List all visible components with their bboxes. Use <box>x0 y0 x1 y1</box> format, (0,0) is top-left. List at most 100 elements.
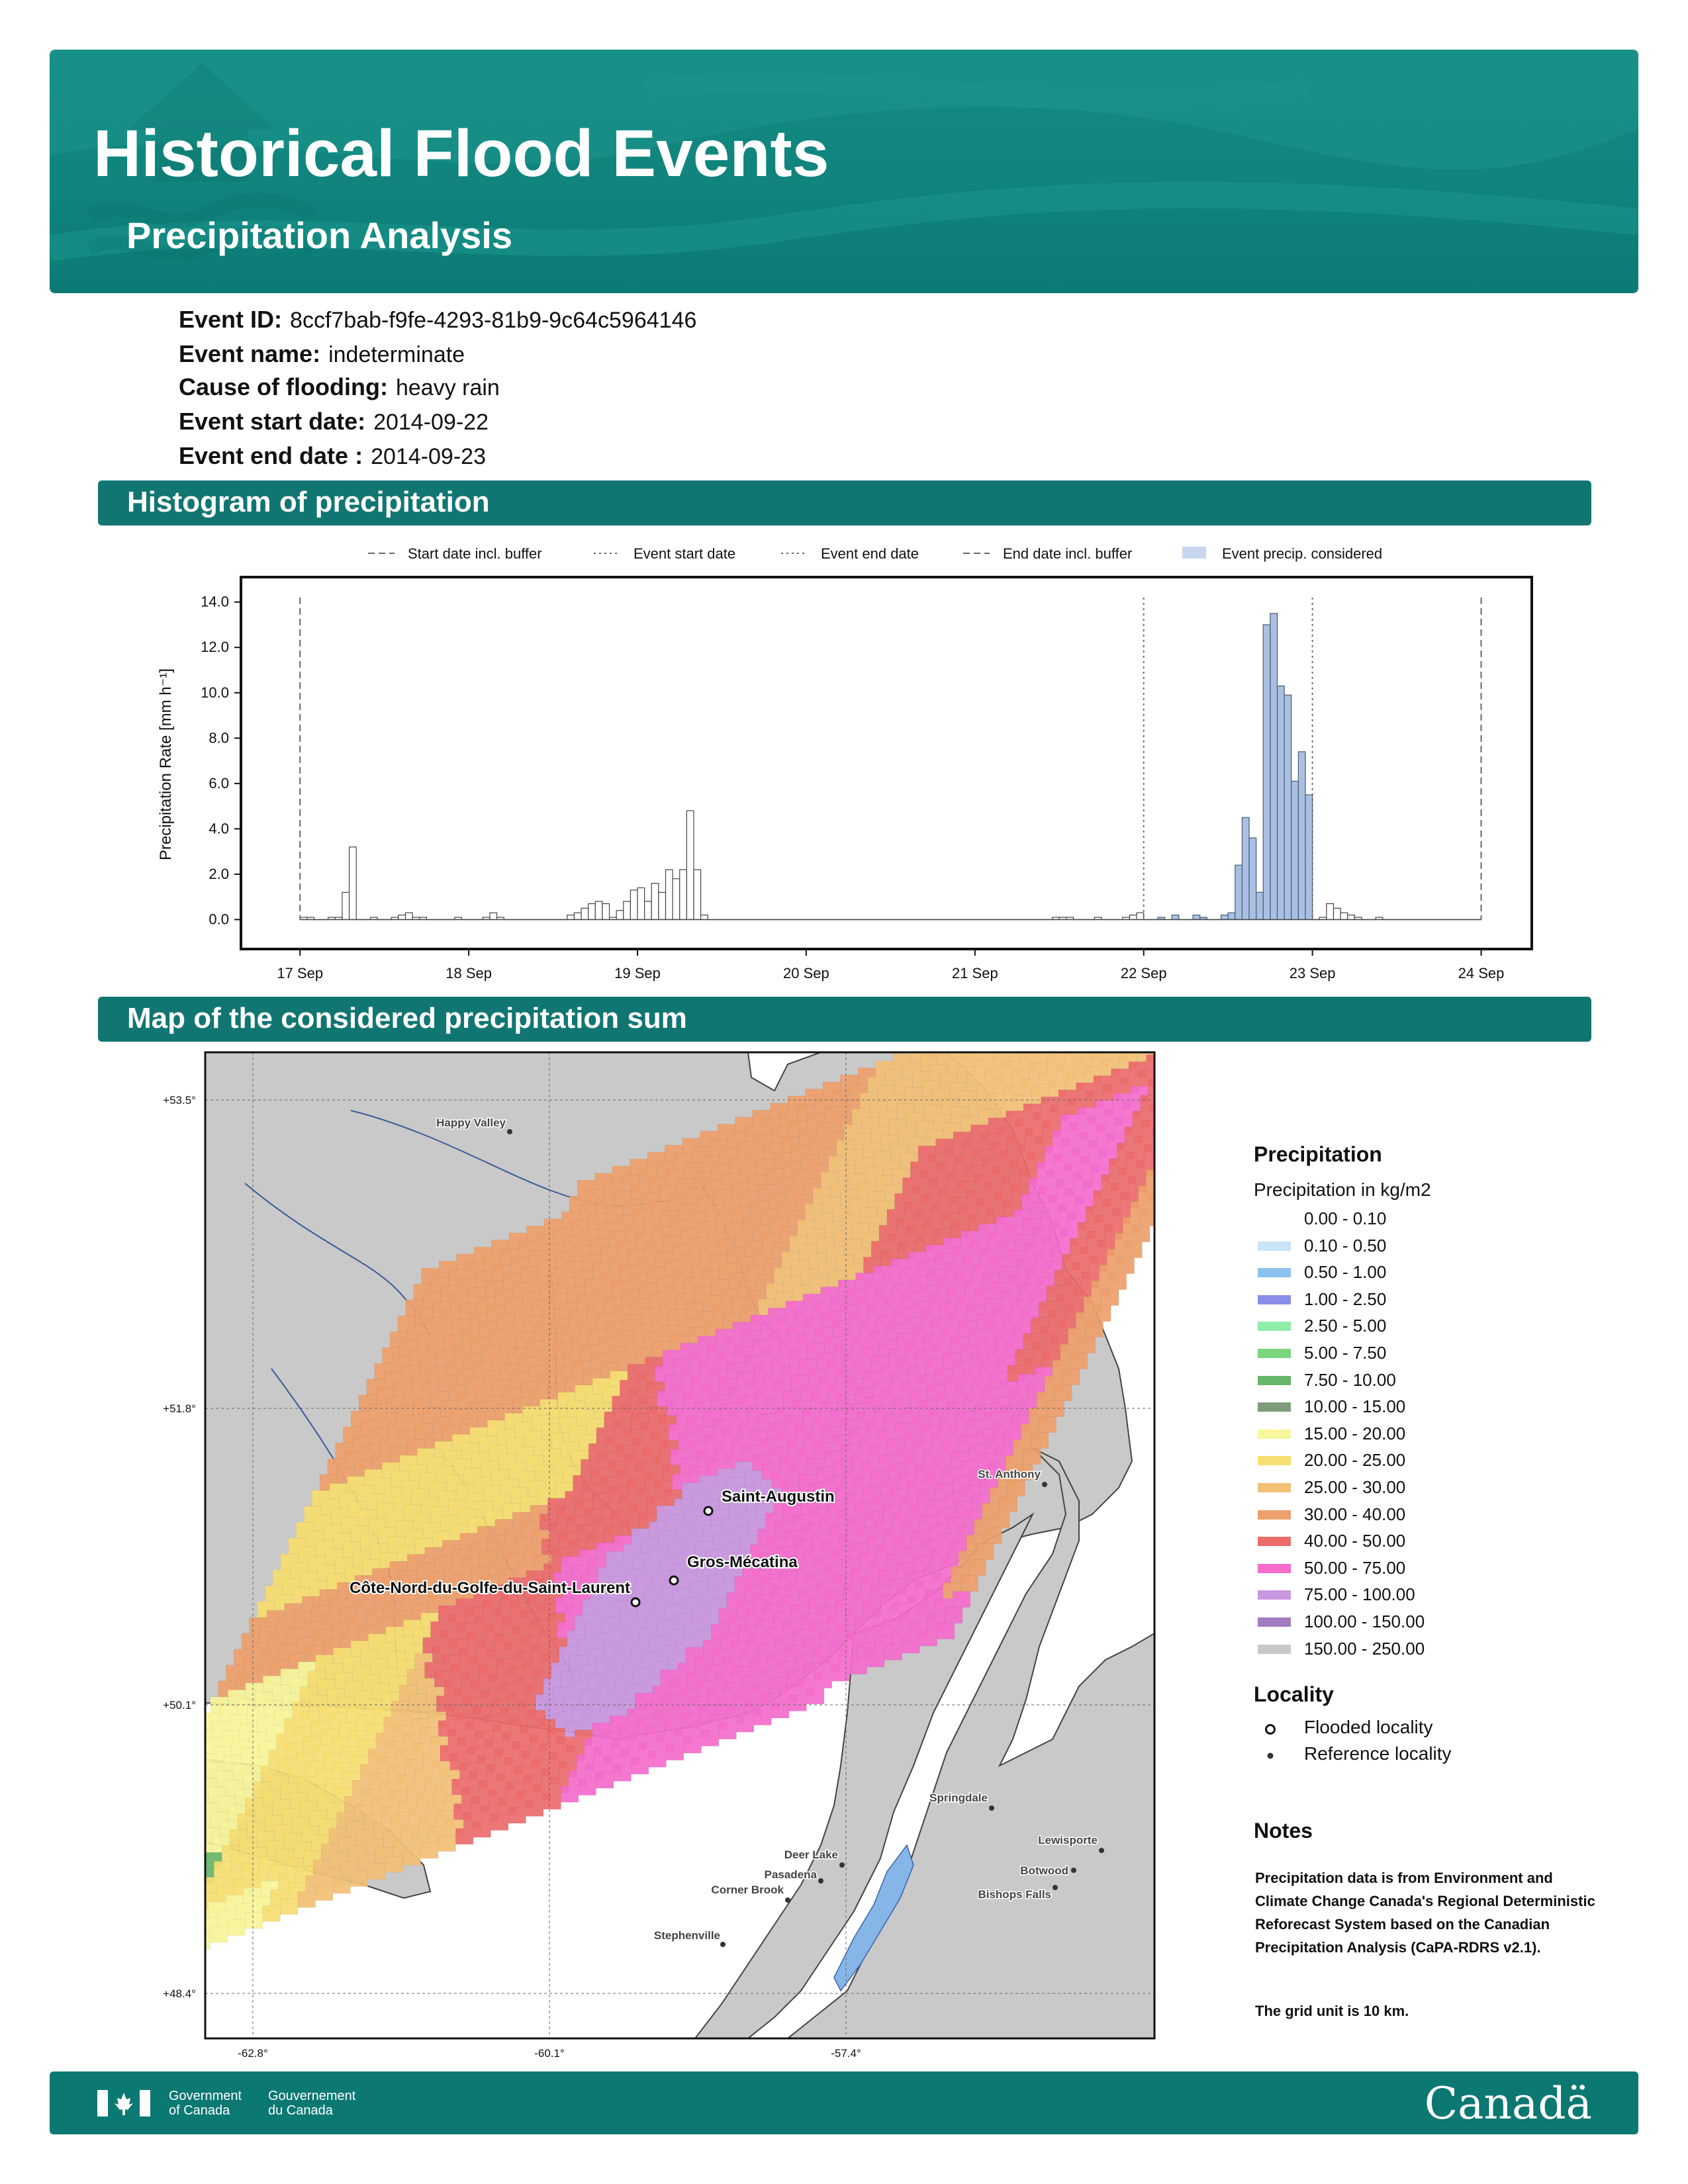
legend-label: 75.00 - 100.00 <box>1304 1584 1415 1605</box>
legend-label: 150.00 - 250.00 <box>1304 1638 1425 1659</box>
precipitation-histogram: Start date incl. buffer Event start date E… <box>157 545 1533 981</box>
event-precip-bar <box>1241 817 1250 921</box>
event-name-row: Event name: indeterminate <box>179 340 465 368</box>
legend-label: Event start date <box>633 545 735 562</box>
precip-bar <box>665 869 673 921</box>
flooded-locality-label: Flooded locality <box>1304 1717 1433 1737</box>
canada-wordmark: Canadä <box>1424 2078 1592 2129</box>
precip-cell <box>984 1527 1002 1544</box>
precip-cell <box>152 1848 167 1864</box>
precip-bar <box>1129 914 1137 921</box>
precip-cell <box>1164 1163 1172 1179</box>
precip-cell <box>1109 1273 1127 1290</box>
event-precip-bar <box>1227 912 1236 921</box>
precip-cell <box>171 1891 189 1907</box>
lon-tick: -57.4° <box>831 2047 861 2057</box>
legend-swatch <box>1258 1617 1291 1627</box>
legend-swatch <box>1258 1537 1291 1547</box>
precip-cell <box>367 1863 386 1880</box>
precip-cell <box>158 1833 175 1848</box>
precip-bar <box>342 891 350 921</box>
gov-fr-line2: du Canada <box>268 2103 333 2118</box>
page-subtitle: Precipitation Analysis <box>126 214 512 256</box>
precip-cell <box>992 1512 1010 1528</box>
legend-swatch <box>1258 1563 1291 1573</box>
event-precip-bar <box>1305 794 1313 921</box>
y-tick-label: 8.0 <box>209 729 229 746</box>
event-precip-bar <box>1262 624 1271 921</box>
end-date-label: Event end date : <box>179 442 363 469</box>
precip-cell <box>1101 1289 1119 1306</box>
precip-cell <box>280 1898 299 1915</box>
precip-cell <box>701 1730 720 1747</box>
y-tick-label: 6.0 <box>209 775 229 792</box>
precip-bar <box>616 910 624 921</box>
y-tick-label: 4.0 <box>209 820 229 837</box>
precip-bar <box>693 869 702 921</box>
x-tick-label: 19 Sep <box>614 965 661 981</box>
reference-locality-label: Deer Lake <box>784 1848 838 1861</box>
precip-cell <box>561 1786 579 1803</box>
precip-cell <box>968 1559 986 1576</box>
precip-cell <box>1156 1064 1172 1079</box>
precip-cell <box>953 1591 971 1608</box>
precip-cell <box>160 1858 177 1874</box>
event-precip-bar <box>1235 864 1243 921</box>
x-tick-label: 22 Sep <box>1121 965 1167 981</box>
precip-bar <box>404 912 413 921</box>
reference-locality-label: Reference locality <box>1304 1743 1452 1764</box>
precip-bar <box>1333 907 1341 921</box>
legend-swatch <box>1258 1268 1291 1278</box>
reference-locality-label: Springdale <box>929 1792 988 1804</box>
legend-label: Event precip. considered <box>1222 545 1382 562</box>
flooded-locality-marker <box>669 1575 679 1586</box>
precip-cell <box>245 1912 263 1929</box>
dot-icon <box>1267 1752 1274 1759</box>
lon-tick: -62.8° <box>238 2047 268 2057</box>
precip-bar <box>588 903 596 921</box>
precip-cell <box>1046 1400 1064 1417</box>
precip-cell <box>183 1925 201 1940</box>
precip-cell <box>1150 1104 1154 1120</box>
x-tick-label: 18 Sep <box>445 965 492 981</box>
precip-bar <box>1136 912 1145 921</box>
precip-cell <box>455 1828 474 1845</box>
precip-cell <box>297 1891 316 1908</box>
precip-cell <box>152 1824 165 1840</box>
notes-title: Notes <box>1254 1819 1313 1843</box>
precip-cell <box>205 1769 207 1786</box>
x-tick-label: 24 Sep <box>1458 965 1505 981</box>
legend-label: 20.00 - 25.00 <box>1304 1450 1406 1471</box>
precip-cell <box>613 1765 632 1782</box>
lat-tick: +51.8° <box>163 1402 196 1415</box>
reference-locality-marker <box>1071 1868 1076 1873</box>
precip-cell <box>1162 1138 1172 1154</box>
event-precip-bar <box>1270 613 1278 921</box>
precip-cell <box>152 1889 162 1905</box>
precip-bar <box>630 889 638 921</box>
precip-cell <box>164 1907 181 1923</box>
precip-bar <box>1347 914 1355 921</box>
precip-bar <box>594 901 603 921</box>
precip-bar <box>672 878 680 921</box>
lat-tick: +50.1° <box>163 1699 196 1711</box>
precip-cell <box>165 1932 183 1948</box>
precip-cell <box>902 1637 920 1654</box>
reference-locality-label: Happy Valley <box>436 1116 506 1129</box>
reference-locality-marker <box>839 1862 845 1868</box>
start-date-row: Event start date: 2014-09-22 <box>179 408 489 435</box>
precip-bar <box>644 901 652 921</box>
precip-cell <box>788 1695 807 1711</box>
legend-label: 2.50 - 5.00 <box>1304 1316 1387 1336</box>
precip-cell <box>187 1745 205 1760</box>
precipitation-map: +53.5° +51.8° +50.1° +48.4° -62.8° -60.1… <box>152 1051 1172 2057</box>
precip-cell <box>849 1658 867 1674</box>
event-precip-bar <box>1192 914 1201 921</box>
precip-cell <box>152 1874 169 1889</box>
event-name-value: indeterminate <box>328 342 465 367</box>
precip-cell <box>1031 1432 1049 1449</box>
precip-cell <box>1170 1122 1172 1138</box>
legend-label: 10.00 - 15.00 <box>1304 1396 1406 1417</box>
x-tick-label: 21 Sep <box>952 965 998 981</box>
legend-swatch <box>1258 1483 1291 1492</box>
